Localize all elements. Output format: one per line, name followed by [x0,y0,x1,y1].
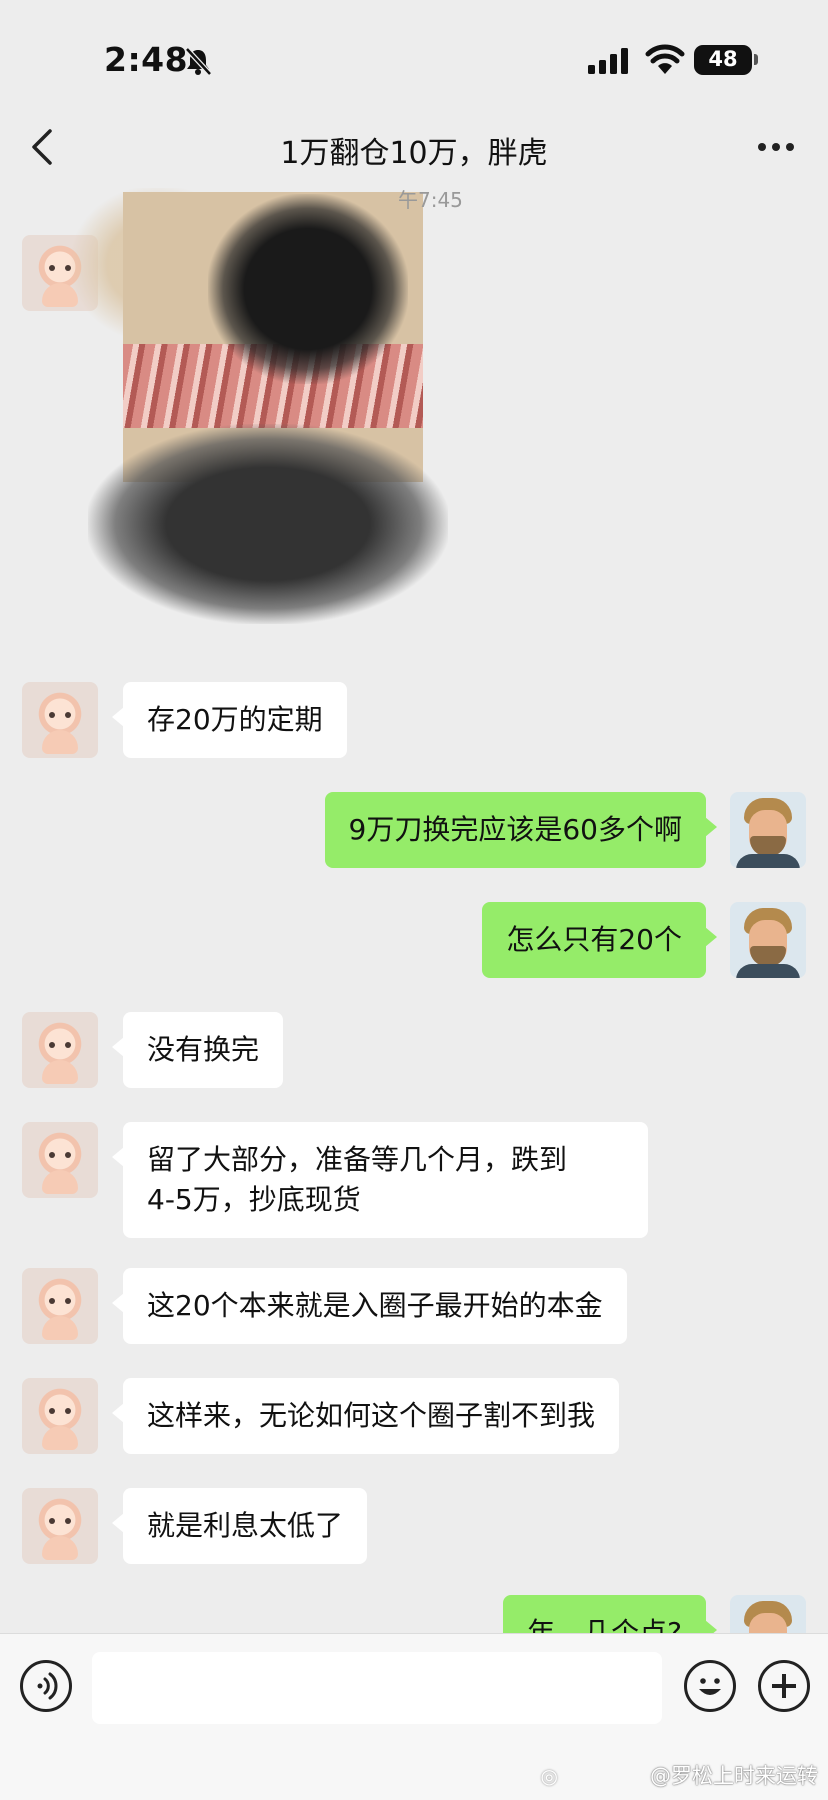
watermark: @罗松上时来运转 [650,1764,818,1788]
plus-icon[interactable] [758,1660,810,1712]
message-bubble[interactable]: 这20个本来就是入圈子最开始的本金 [112,1268,627,1344]
message-timestamp: 午7:45 [398,188,463,212]
message-bubble[interactable]: 存20万的定期 [112,682,347,758]
signal-icon [588,48,628,74]
message-bubble[interactable]: 年，几个点? [503,1595,717,1633]
message-input[interactable] [92,1652,662,1724]
battery-tip [754,54,758,65]
voice-icon[interactable] [20,1660,72,1712]
message-bubble[interactable]: 怎么只有20个 [482,902,717,978]
battery-icon: 48 [694,45,752,75]
message-bubble[interactable]: 就是利息太低了 [111,1488,368,1564]
message-bubble[interactable]: 留了大部分，准备等几个月，跌到 4-5万，抄底现货 [112,1122,648,1238]
avatar-self[interactable] [730,1595,806,1633]
message-bubble[interactable]: 这样来，无论如何这个圈子割不到我 [111,1378,620,1454]
emoji-icon[interactable] [684,1660,736,1712]
battery-level: 48 [708,47,738,71]
chat-title: 1万翻仓10万，胖虎 [280,136,548,171]
message-list[interactable]: 午7:45 存20万的定期 9万刀换完应该是60多个啊 怎么只有20个 没有换完… [0,188,828,1633]
bell-slash-icon [185,47,212,76]
message-bubble[interactable]: 没有换完 [111,1012,284,1088]
status-time: 2:48 [104,40,189,79]
redaction-scribble [88,424,448,624]
wifi-icon [645,44,685,74]
avatar-baby[interactable] [22,1268,98,1344]
image-message[interactable]: 午7:45 [68,188,468,684]
redaction-scribble [208,194,408,384]
avatar-baby[interactable] [22,1488,98,1564]
avatar-baby[interactable] [22,682,98,758]
avatar-baby[interactable] [22,1378,98,1454]
avatar-self[interactable] [730,792,806,868]
input-bar: ◎ @罗松上时来运转 [0,1633,828,1800]
avatar-self[interactable] [730,902,806,978]
chat-header: 1万翻仓10万，胖虎 [0,110,828,188]
weibo-icon: ◎ [540,1764,558,1788]
more-icon[interactable] [756,143,796,153]
status-bar: 2:48 48 [0,0,828,110]
avatar-baby[interactable] [22,1012,98,1088]
back-icon[interactable] [28,127,56,167]
message-bubble[interactable]: 9万刀换完应该是60多个啊 [324,792,718,868]
avatar-baby[interactable] [22,1122,98,1198]
